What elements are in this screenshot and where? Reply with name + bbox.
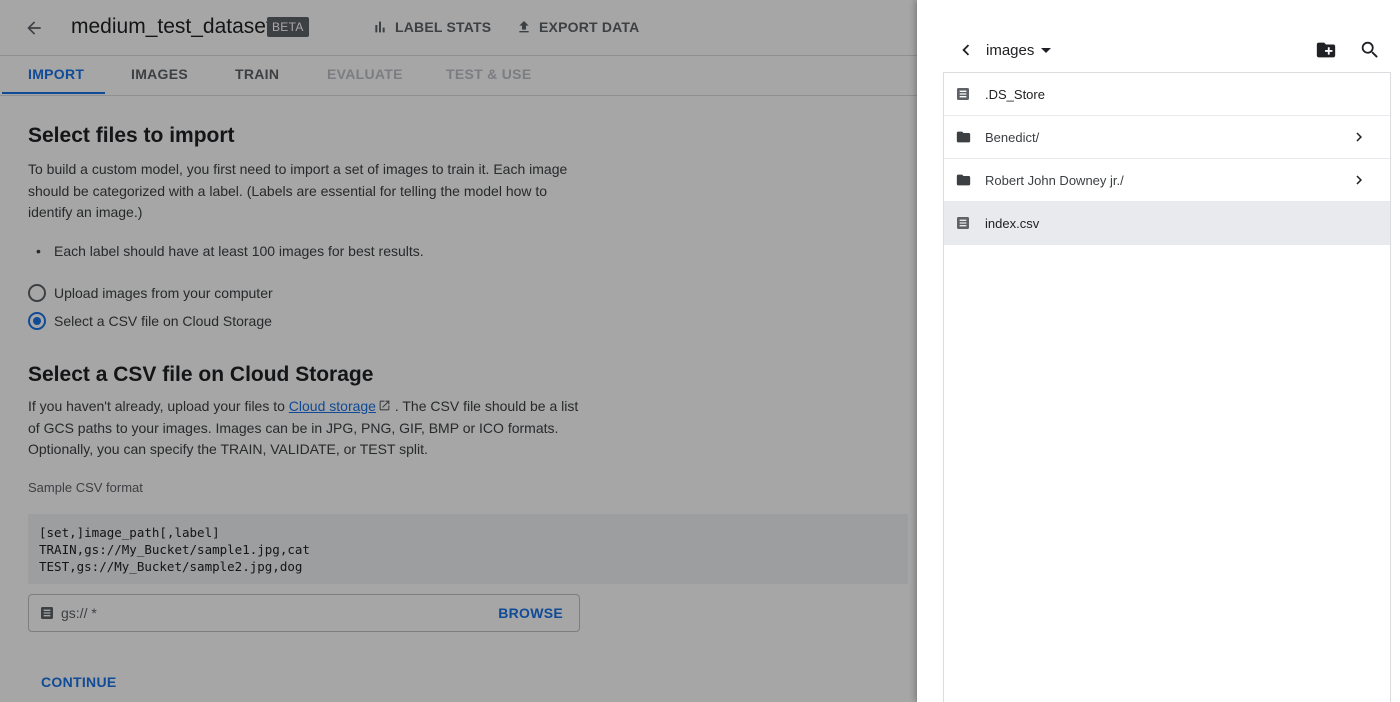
export-data-label: EXPORT DATA <box>539 19 640 35</box>
cloud-storage-link[interactable]: Cloud storage <box>289 398 376 414</box>
export-data-button[interactable]: EXPORT DATA <box>516 19 639 35</box>
picker-search-button[interactable] <box>1359 39 1381 66</box>
dataset-title: medium_test_dataset <box>71 15 272 38</box>
csv-heading: Select a CSV file on Cloud Storage <box>28 363 374 386</box>
document-icon <box>41 607 53 619</box>
tab-import[interactable]: IMPORT <box>28 56 84 96</box>
chevron-right-icon[interactable] <box>1350 171 1368 189</box>
file-picker-panel: images .DS_Store Benedict/ Robert John D… <box>917 0 1400 702</box>
folder-name: Robert John Downey jr./ <box>985 172 1124 188</box>
import-intro-text: To build a custom model, you first need … <box>28 161 568 220</box>
document-icon <box>957 88 969 100</box>
current-folder-name: images <box>986 42 1035 59</box>
picker-header: images <box>917 36 1400 66</box>
gcs-path-field[interactable]: gs:// * BROWSE <box>28 594 580 632</box>
file-name: index.csv <box>985 215 1040 231</box>
browse-button[interactable]: BROWSE <box>498 605 563 621</box>
tab-evaluate: EVALUATE <box>327 66 403 82</box>
upload-computer-option[interactable]: Upload images from your computer <box>28 284 273 302</box>
csv-cloud-option[interactable]: Select a CSV file on Cloud Storage <box>28 312 272 330</box>
back-button[interactable] <box>20 14 48 42</box>
picker-back-button[interactable] <box>955 39 977 66</box>
arrow-back-icon <box>27 21 41 35</box>
bar-chart-icon <box>375 21 385 33</box>
list-item[interactable]: Benedict/ <box>944 116 1390 159</box>
code-line: TRAIN,gs://My_Bucket/sample1.jpg,cat <box>39 542 310 557</box>
file-name: .DS_Store <box>985 86 1045 102</box>
sample-csv-label: Sample CSV format <box>28 480 143 495</box>
sample-csv-code: [set,]image_path[,label] TRAIN,gs://My_Bu… <box>28 514 908 584</box>
upload-computer-radio[interactable] <box>28 284 46 302</box>
label-stats-button[interactable]: LABEL STATS <box>372 19 491 35</box>
tab-test-and-use: TEST & USE <box>446 66 532 82</box>
upload-icon <box>519 21 529 33</box>
upload-computer-label: Upload images from your computer <box>54 285 273 301</box>
label-stats-label: LABEL STATS <box>395 19 492 35</box>
folder-name: Benedict/ <box>985 129 1040 145</box>
list-item-selected[interactable]: index.csv <box>944 202 1390 245</box>
label-tip: Each label should have at least 100 imag… <box>36 243 424 259</box>
code-line: [set,]image_path[,label] <box>39 525 220 540</box>
tab-train[interactable]: TRAIN <box>235 56 279 96</box>
search-icon <box>1361 41 1378 58</box>
continue-button[interactable]: CONTINUE <box>41 674 117 690</box>
file-list: .DS_Store Benedict/ Robert John Downey j… <box>943 72 1391 702</box>
csv-description: If you haven't already, upload your file… <box>28 396 588 461</box>
document-icon <box>957 217 969 229</box>
csv-cloud-radio[interactable] <box>28 312 46 330</box>
csv-cloud-label: Select a CSV file on Cloud Storage <box>54 313 272 329</box>
tab-bar: IMPORT IMAGES TRAIN EVALUATE TEST & USE <box>0 56 917 96</box>
chevron-left-icon <box>962 44 970 56</box>
arrow-drop-down-icon <box>1041 47 1052 53</box>
top-bar: medium_test_dataset BETA LABEL STATS EXP… <box>0 0 917 56</box>
folder-icon <box>956 174 971 186</box>
external-link-icon <box>379 400 390 411</box>
folder-dropdown[interactable]: images <box>986 42 1052 59</box>
chevron-right-icon[interactable] <box>1350 128 1368 146</box>
csv-desc-before: If you haven't already, upload your file… <box>28 398 289 414</box>
select-files-heading: Select files to import <box>28 124 235 147</box>
gcs-path-input[interactable]: gs:// * <box>61 605 498 621</box>
folder-icon <box>956 131 971 143</box>
create-new-folder-icon <box>1316 42 1336 58</box>
active-tab-indicator <box>2 92 105 94</box>
label-tip-text: Each label should have at least 100 imag… <box>54 243 424 259</box>
list-item[interactable]: .DS_Store <box>944 73 1390 116</box>
code-line: TEST,gs://My_Bucket/sample2.jpg,dog <box>39 559 303 574</box>
list-item[interactable]: Robert John Downey jr./ <box>944 159 1390 202</box>
tab-images[interactable]: IMAGES <box>131 56 188 96</box>
beta-badge: BETA <box>267 17 309 37</box>
import-page: medium_test_dataset BETA LABEL STATS EXP… <box>0 0 917 702</box>
new-folder-button[interactable] <box>1314 39 1338 66</box>
